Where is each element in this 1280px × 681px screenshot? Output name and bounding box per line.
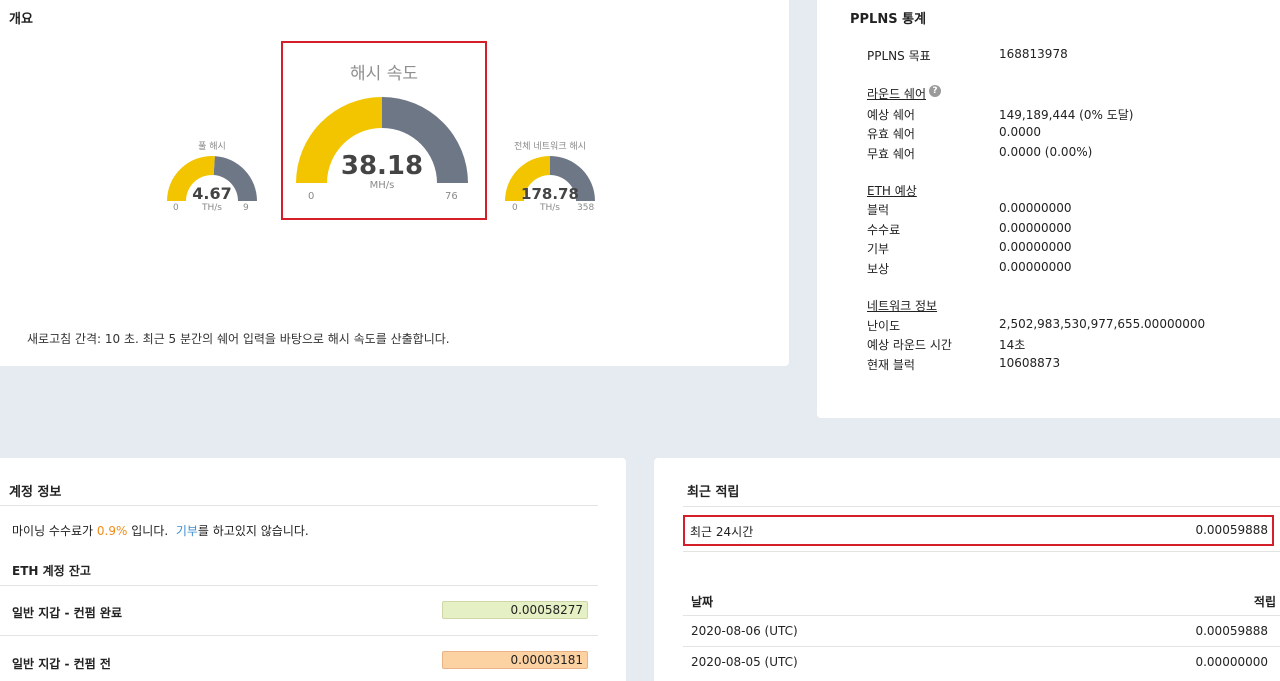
round-time-value: 14초 [999,338,1026,352]
network-hash-value: 178.78 [521,185,579,203]
round-time-label: 예상 라운드 시간 [867,338,952,352]
unconfirmed-balance-label: 일반 지갑 - 컨펌 전 [12,657,111,671]
fee-label: 수수료 [867,223,901,237]
row-amount: 0.00000000 [1195,655,1268,669]
fee-prefix: 마이닝 수수료가 [12,524,97,538]
eth-estimate-heading[interactable]: ETH 예상 [867,182,917,199]
hashrate-value: 38.18 [340,151,424,181]
round-shares-heading-text: 라운드 쉐어 [867,87,927,101]
divider [0,505,598,506]
current-block-label: 현재 블럭 [867,358,915,372]
network-hash-max: 358 [577,203,595,213]
last24-value: 0.00059888 [1195,523,1268,537]
fee-value: 0.9% [96,524,128,538]
pool-hash-gauge: 풀 해시 4.67 TH/s 0 9 [165,132,259,217]
network-info-heading[interactable]: 네트워크 정보 [867,297,937,314]
pool-hash-min: 0 [173,203,179,213]
pplns-target-label: PPLNS 목표 [867,49,931,63]
network-hash-min: 0 [512,203,518,213]
help-icon[interactable]: ? [929,85,942,97]
row-date: 2020-08-05 (UTC) [691,655,798,669]
pool-hash-value: 4.67 [192,184,232,203]
difficulty-label: 난이도 [867,319,901,333]
divider [683,551,1280,552]
divider [0,585,598,586]
hashrate-max: 76 [445,191,458,202]
difficulty-value: 2,502,983,530,977,655.00000000 [999,317,1206,331]
fee-mid: 입니다. [127,524,176,538]
network-hash-gauge: 전체 네트워크 해시 178.78 TH/s 0 358 [503,132,597,217]
block-value: 0.00000000 [999,201,1072,215]
block-label: 블럭 [867,203,890,217]
current-block-value: 10608873 [999,356,1061,370]
col-amount-header[interactable]: 적립 [1254,593,1276,610]
row-amount: 0.00059888 [1195,624,1268,638]
confirmed-balance-label: 일반 지갑 - 컨펌 완료 [12,606,123,620]
recent-earnings-panel: 최근 적립 최근 24시간 0.00059888 날짜 적립 2020-08-0… [654,458,1280,681]
col-date-header[interactable]: 날짜 [691,593,713,610]
divider [683,615,1280,616]
last24-label: 최근 24시간 [690,525,754,539]
recent-title: 최근 적립 [687,485,740,500]
reward-label: 보상 [867,262,890,276]
account-title: 계정 정보 [9,485,62,500]
expected-shares-label: 예상 쉐어 [867,108,915,122]
overview-panel: 개요 풀 해시 4.67 TH/s 0 9 해시 속도 38.18 MH/s 0… [0,0,789,366]
refresh-note: 새로고침 간격: 10 초. 최근 5 분간의 쉐어 입력을 바탕으로 해시 속… [27,332,450,346]
pplns-title: PPLNS 통계 [850,12,927,27]
donate-link[interactable]: 기부 [176,524,198,538]
donation-label: 기부 [867,242,890,256]
divider [683,646,1280,647]
donation-value: 0.00000000 [999,240,1072,254]
balance-heading: ETH 계정 잔고 [12,564,91,578]
fee-suffix: 를 하고있지 않습니다. [197,524,309,538]
pplns-target-value: 168813978 [999,47,1068,61]
pool-hash-max: 9 [243,203,249,213]
reward-value: 0.00000000 [999,260,1072,274]
invalid-shares-value: 0.0000 (0.00%) [999,145,1093,159]
hashrate-unit: MH/s [369,180,395,191]
round-shares-heading[interactable]: 라운드 쉐어? [867,85,942,102]
last24-highlight-box [683,515,1274,546]
divider [0,635,598,636]
fee-value: 0.00000000 [999,221,1072,235]
hashrate-min: 0 [308,191,315,202]
fee-notice: 마이닝 수수료가 0.9% 입니다. 기부를 하고있지 않습니다. [12,522,309,539]
row-date: 2020-08-06 (UTC) [691,624,798,638]
pplns-panel: PPLNS 통계 PPLNS 목표 168813978 라운드 쉐어? 예상 쉐… [817,0,1280,418]
valid-shares-value: 0.0000 [999,125,1041,139]
unconfirmed-balance-value: 0.00003181 [442,651,588,669]
confirmed-balance-value: 0.00058277 [442,601,588,619]
overview-title: 개요 [9,12,33,27]
account-panel: 계정 정보 마이닝 수수료가 0.9% 입니다. 기부를 하고있지 않습니다. … [0,458,626,681]
divider [683,506,1280,507]
invalid-shares-label: 무효 쉐어 [867,147,915,161]
hashrate-gauge: 해시 속도 38.18 MH/s 0 76 [283,43,485,218]
expected-shares-value: 149,189,444 (0% 도달) [999,108,1134,122]
valid-shares-label: 유효 쉐어 [867,127,915,141]
